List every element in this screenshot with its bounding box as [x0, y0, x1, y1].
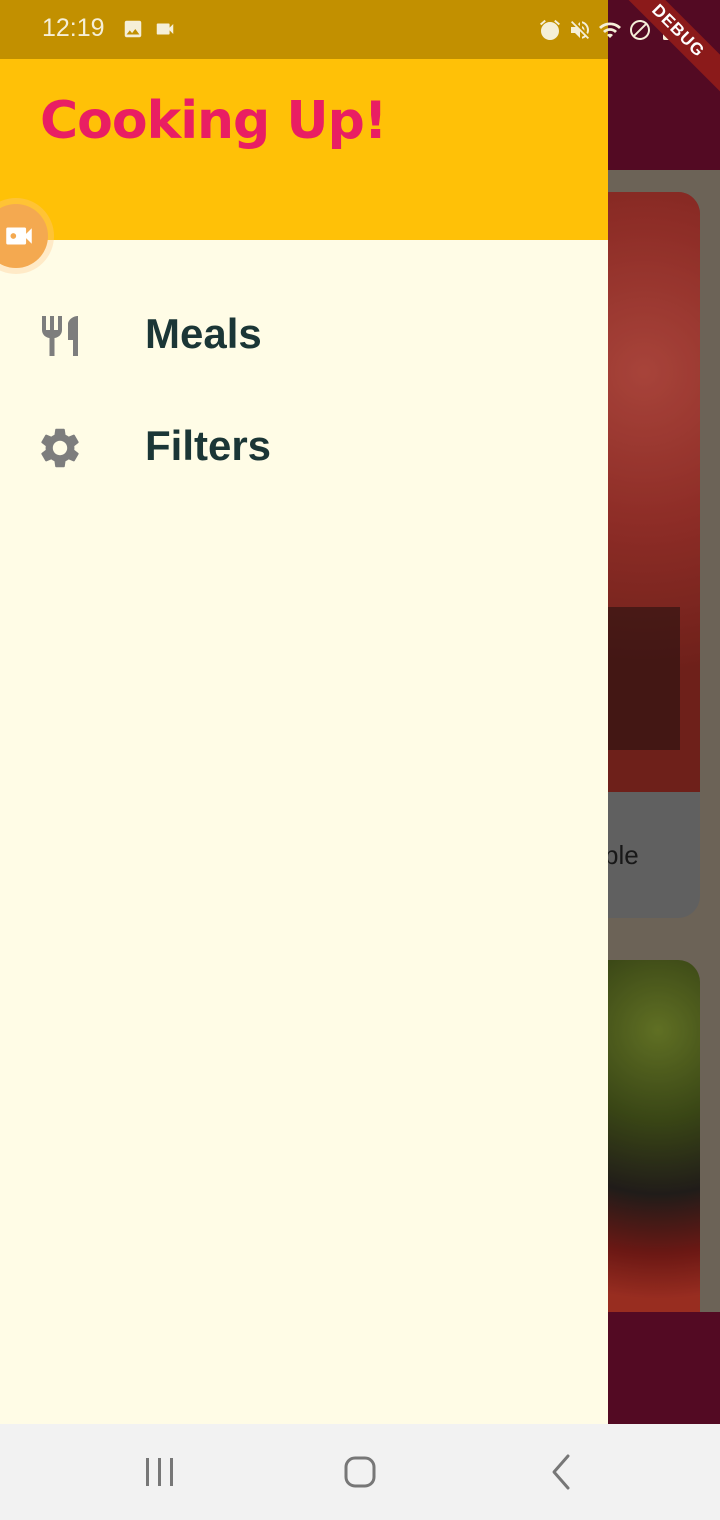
video-camera-icon: [156, 23, 174, 35]
drawer-header: Cooking Up!: [0, 59, 608, 240]
status-bar: 12:19: [0, 0, 720, 59]
settings-icon: [41, 428, 79, 468]
video-camera-icon: [6, 227, 32, 245]
back-icon[interactable]: [538, 1448, 586, 1496]
mute-icon: [571, 21, 589, 39]
wifi-icon: [599, 22, 621, 38]
restaurant-icon: [42, 316, 78, 356]
drawer-item-meals[interactable]: Meals: [0, 286, 608, 386]
drawer-item-label: Filters: [145, 422, 272, 469]
status-time: 12:19: [42, 14, 105, 42]
drawer-item-filters[interactable]: Filters: [0, 398, 608, 498]
alarm-icon: [540, 19, 560, 40]
home-icon[interactable]: [336, 1448, 384, 1496]
image-icon: [124, 20, 142, 38]
navigation-drawer: Cooking Up! Meals Filters: [0, 0, 608, 1424]
drawer-title: Cooking Up!: [40, 91, 388, 151]
system-navigation-bar: [0, 1424, 720, 1520]
drawer-item-label: Meals: [145, 310, 262, 357]
do-not-disturb-icon: [630, 20, 650, 40]
recent-apps-icon[interactable]: [136, 1448, 184, 1496]
